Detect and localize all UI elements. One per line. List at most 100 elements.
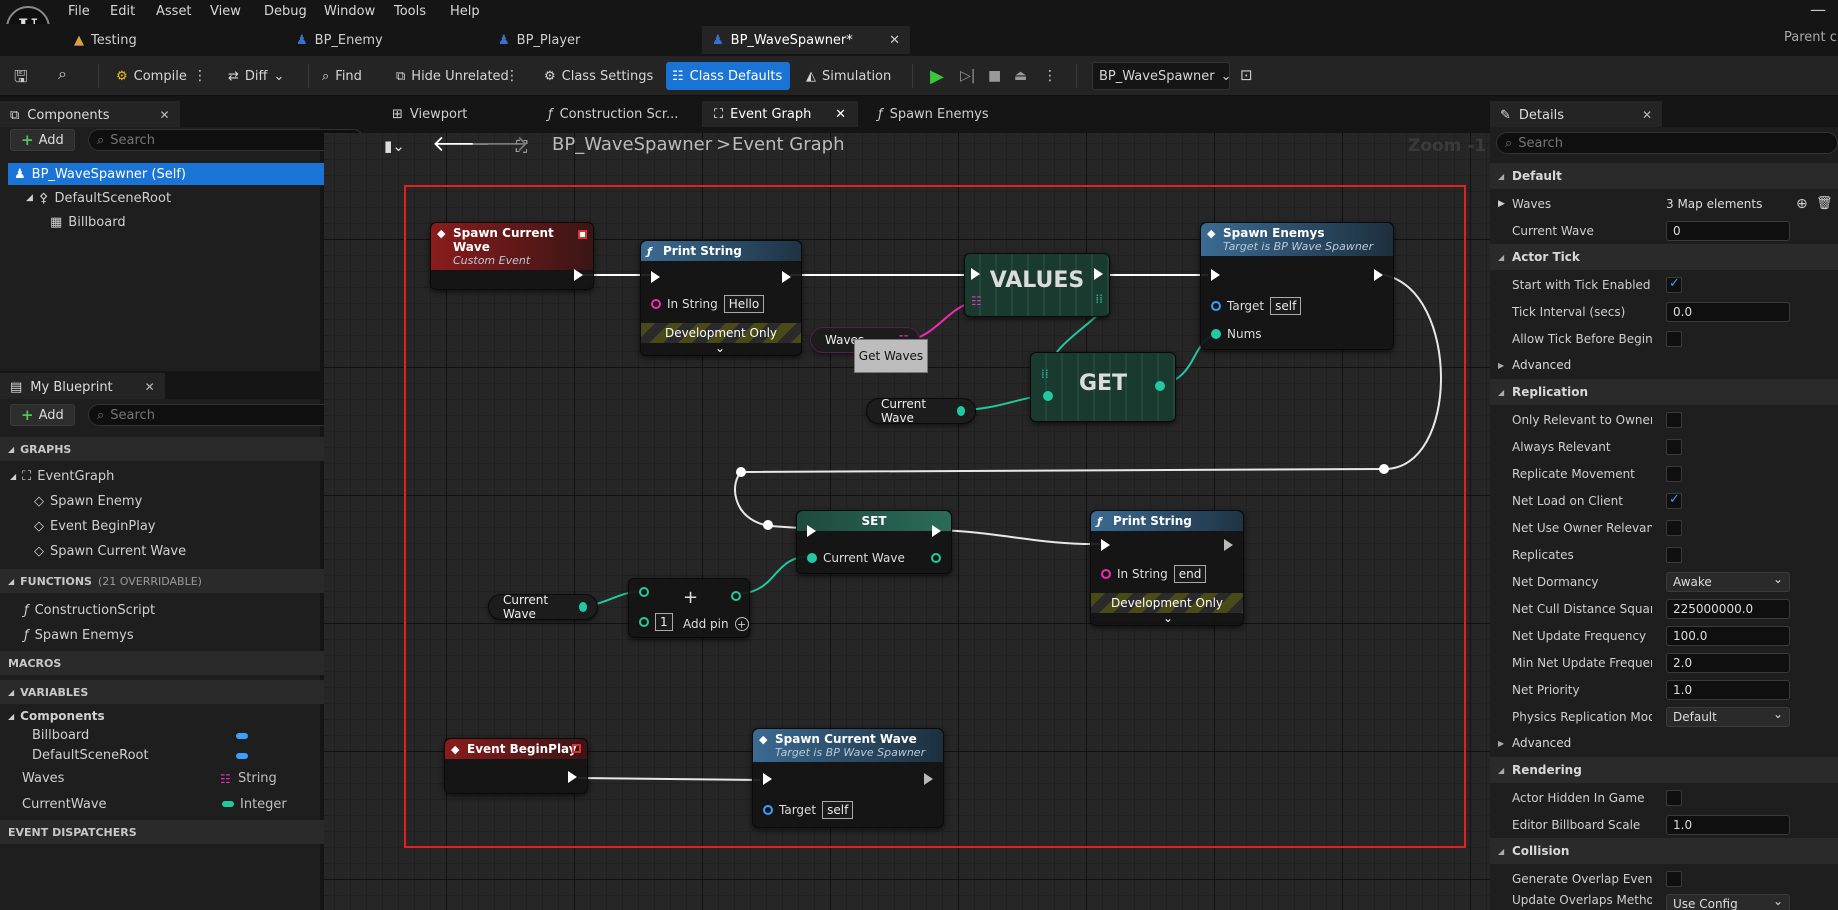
node-print-string-end[interactable]: ƒ Print String In String end Development O… [1090, 510, 1244, 626]
details-section-actor-tick[interactable]: Actor Tick [1490, 244, 1838, 270]
result-out-pin[interactable] [731, 591, 741, 601]
function-icon: ƒ [647, 245, 652, 258]
net-owner-checkbox[interactable] [1666, 519, 1682, 536]
exec-in-pin[interactable] [1101, 539, 1110, 551]
in-string-field[interactable]: end [1173, 565, 1207, 583]
physics-rep-select[interactable]: Default [1666, 705, 1790, 727]
delegate-pin-icon[interactable] [578, 230, 587, 239]
node-current-wave-variable[interactable]: Current Wave [866, 397, 976, 425]
exec-in-pin[interactable] [651, 271, 660, 283]
update-overlap-select[interactable]: Use Config Default [1666, 892, 1790, 910]
details-tab[interactable]: ✎ Details ✕ [1490, 101, 1663, 127]
node-spawn-current-wave-call[interactable]: ◆ Spawn Current Wave Target is BP Wave Spa… [752, 728, 944, 828]
exec-out-pin[interactable] [782, 271, 791, 283]
details-row-net-load: Net Load on Client [1490, 487, 1838, 514]
target-pin[interactable]: Target self [1211, 297, 1302, 315]
integer-pin-icon[interactable] [578, 602, 587, 612]
details-search[interactable]: ⌕ [1496, 132, 1838, 154]
exec-pin-icon [782, 271, 791, 283]
expand-chevron-icon[interactable]: ⌄ [1163, 611, 1173, 625]
exec-pin-icon [1211, 269, 1220, 281]
exec-out-pin[interactable] [1374, 269, 1383, 281]
integer-pin-icon[interactable] [956, 406, 965, 416]
exec-out-pin[interactable] [568, 771, 577, 783]
trash-icon[interactable]: 🗑 [1816, 196, 1833, 211]
expand-arrow-icon[interactable]: ▶ [1498, 199, 1505, 209]
details-section-default[interactable]: Default [1490, 163, 1838, 189]
node-values[interactable]: VALUES ☷ ⁞⁞ [964, 253, 1110, 317]
node-current-wave-variable[interactable]: Current Wave [488, 593, 598, 621]
billboard-scale-input[interactable]: 1.0 [1666, 814, 1790, 835]
node-set-current-wave[interactable]: SET Current Wave [796, 510, 952, 574]
function-icon: ◆ [759, 733, 768, 746]
net-load-checkbox[interactable] [1666, 492, 1682, 509]
net-dormancy-select[interactable]: Awake [1666, 570, 1790, 592]
exec-in-pin[interactable] [807, 525, 816, 537]
start-tick-checkbox[interactable] [1666, 276, 1682, 293]
details-section-collision[interactable]: Collision [1490, 838, 1838, 864]
current-wave-in-pin[interactable]: Current Wave [807, 551, 905, 565]
details-search-input[interactable] [1518, 135, 1829, 151]
exec-out-pin[interactable] [1224, 539, 1233, 551]
net-priority-input[interactable]: 1.0 [1666, 679, 1790, 700]
actor-hidden-checkbox[interactable] [1666, 789, 1682, 806]
target-field[interactable]: self [1270, 297, 1302, 315]
array-in-pin[interactable]: ⁞⁞ [1041, 367, 1049, 381]
net-cull-input[interactable]: 225000000.0 [1666, 598, 1790, 619]
expand-chevron-icon[interactable]: ⌄ [715, 341, 725, 355]
exec-in-pin[interactable] [971, 268, 980, 280]
net-update-input[interactable]: 100.0 [1666, 625, 1790, 646]
array-out-pin[interactable]: ⁞⁞ [1095, 292, 1103, 306]
always-relevant-checkbox[interactable] [1666, 438, 1682, 455]
in-string-pin[interactable]: In String Hello [651, 295, 765, 313]
node-print-string-hello[interactable]: ƒ Print String In String Hello Development… [640, 240, 802, 356]
add-pin-button[interactable]: Add pin + [683, 617, 749, 631]
details-row-net-cull: Net Cull Distance Squared225000000.0 [1490, 595, 1838, 622]
nums-pin[interactable]: Nums [1211, 327, 1262, 341]
development-only-banner: Development Only [641, 323, 801, 343]
gen-overlap-checkbox[interactable] [1666, 870, 1682, 887]
a-in-pin[interactable] [639, 587, 649, 597]
exec-out-pin[interactable] [932, 525, 941, 537]
b-value-field[interactable]: 1 [655, 613, 673, 631]
exec-in-pin[interactable] [1211, 269, 1220, 281]
details-section-advanced-2[interactable]: Advanced [1490, 730, 1838, 756]
index-in-pin[interactable] [1043, 391, 1053, 401]
node-event-beginplay[interactable]: ◆ Event BeginPlay [444, 738, 588, 794]
target-pin[interactable]: Target self [763, 801, 854, 819]
exec-pin-icon [1094, 268, 1103, 280]
node-spawn-enemys[interactable]: ◆ Spawn Enemys Target is BP Wave Spawner T… [1200, 222, 1394, 350]
exec-out-pin[interactable] [574, 269, 583, 281]
object-pin-icon [1211, 301, 1221, 311]
replicates-checkbox[interactable] [1666, 546, 1682, 563]
only-relevant-checkbox[interactable] [1666, 411, 1682, 428]
allow-tick-checkbox[interactable] [1666, 330, 1682, 347]
current-wave-input[interactable]: 0 [1666, 220, 1790, 241]
details-section-rendering[interactable]: Rendering [1490, 757, 1838, 783]
details-section-replication[interactable]: Replication [1490, 379, 1838, 405]
node-get[interactable]: GET ⁞⁞ [1030, 352, 1176, 422]
tick-interval-input[interactable]: 0.0 [1666, 301, 1790, 322]
in-string-pin[interactable]: In String end [1101, 565, 1207, 583]
details-section-advanced[interactable]: Advanced [1490, 352, 1838, 378]
close-icon[interactable]: ✕ [1642, 108, 1652, 122]
min-net-update-input[interactable]: 2.0 [1666, 652, 1790, 673]
delegate-pin-icon[interactable] [572, 744, 581, 753]
b-in-pin[interactable]: 1 [639, 613, 673, 631]
current-wave-out-pin[interactable] [931, 553, 941, 563]
add-element-icon[interactable]: ⊕ [1796, 196, 1808, 212]
node-add[interactable]: 1 + Add pin + [628, 578, 750, 638]
exec-out-pin[interactable] [1094, 268, 1103, 280]
item-out-pin[interactable] [1155, 381, 1165, 391]
exec-in-pin[interactable] [763, 773, 772, 785]
node-spawn-current-wave-event[interactable]: ◆ Spawn Current Wave Custom Event [430, 222, 594, 290]
in-string-field[interactable]: Hello [723, 295, 765, 313]
target-field[interactable]: self [822, 801, 854, 819]
exec-out-pin[interactable] [924, 773, 933, 785]
exec-pin-icon [924, 773, 933, 785]
exec-pin-icon [1101, 539, 1110, 551]
map-in-pin[interactable]: ☷ [971, 294, 982, 308]
replicate-movement-checkbox[interactable] [1666, 465, 1682, 482]
exec-pin-icon [763, 773, 772, 785]
details-row-replicates: Replicates [1490, 541, 1838, 568]
